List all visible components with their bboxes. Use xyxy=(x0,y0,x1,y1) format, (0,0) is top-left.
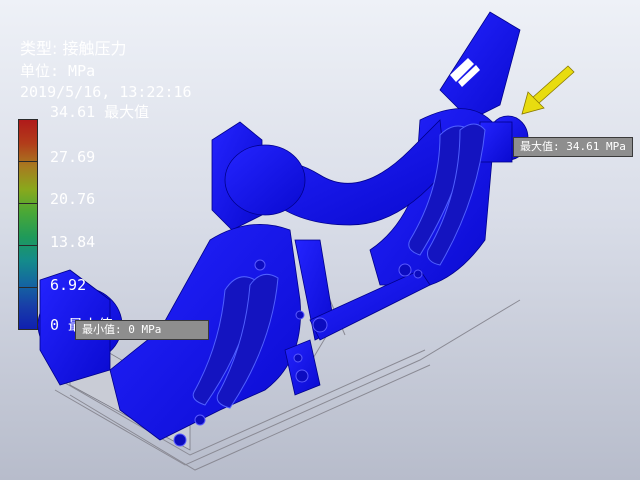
result-type-label: 类型: 接触压力 xyxy=(20,39,127,58)
color-legend-bar xyxy=(18,119,38,330)
result-timestamp: 2019/5/16, 13:22:16 xyxy=(20,83,192,101)
graphics-viewport[interactable]: 类型: 接触压力 单位: MPa 2019/5/16, 13:22:16 34.… xyxy=(0,0,640,480)
yellow-arrow-icon xyxy=(521,65,575,115)
legend-tick-label: 20.76 xyxy=(50,190,96,208)
fea-model-view[interactable] xyxy=(0,0,640,480)
legend-tick-label: 6.92 xyxy=(50,276,87,294)
result-unit-label: 单位: MPa xyxy=(20,62,96,80)
min-value-probe[interactable]: 最小值: 0 MPa xyxy=(75,320,209,340)
legend-max-label: 34.61 最大值 xyxy=(50,103,150,121)
legend-tick-line xyxy=(18,161,38,162)
legend-tick-line xyxy=(18,287,38,288)
legend-tick-label: 27.69 xyxy=(50,148,96,166)
legend-tick-label: 13.84 xyxy=(50,233,96,251)
legend-tick-line xyxy=(18,203,38,204)
max-value-probe[interactable]: 最大值: 34.61 MPa xyxy=(513,137,633,157)
legend-tick-line xyxy=(18,245,38,246)
